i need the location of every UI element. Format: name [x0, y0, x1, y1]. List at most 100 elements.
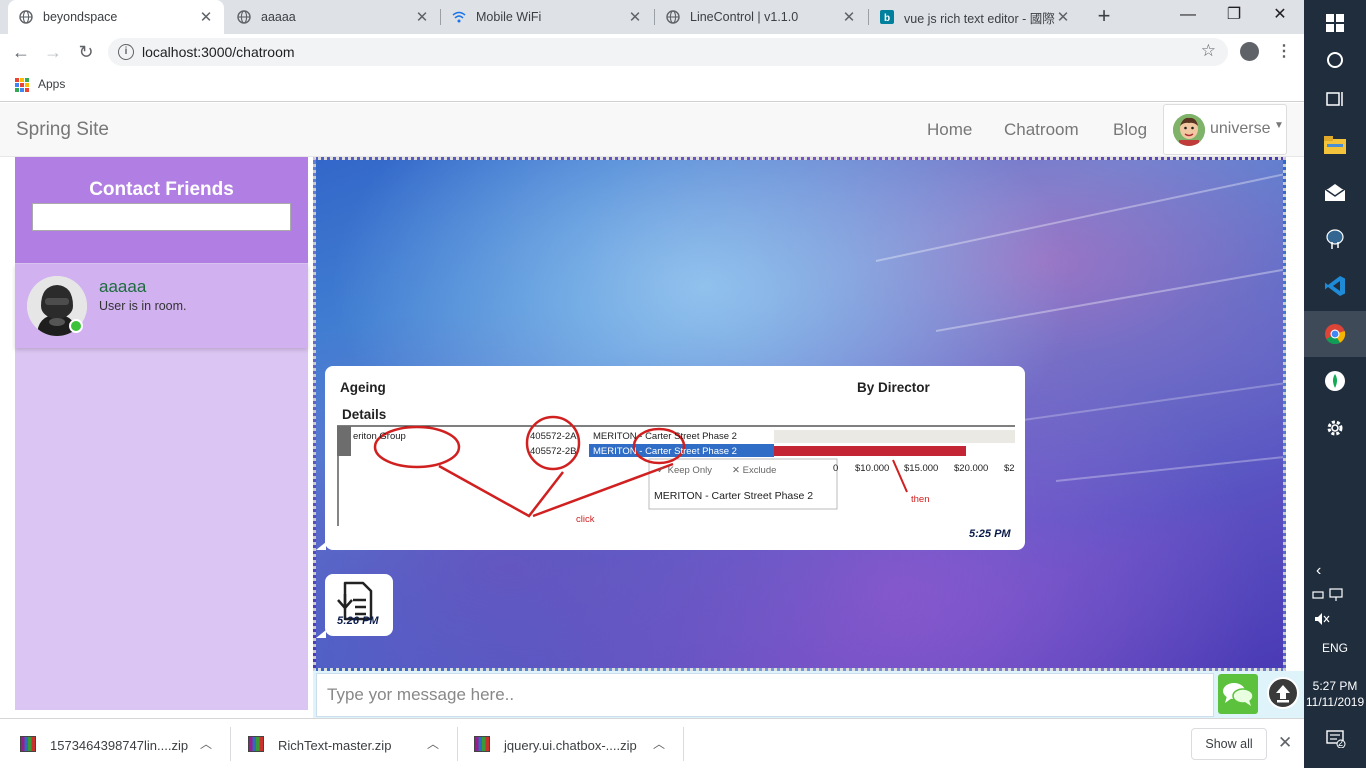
image-keep-only-label: Keep Only: [667, 465, 712, 476]
window-close-icon[interactable]: ✕: [1257, 0, 1303, 32]
image-row1-col3: MERITON - Carter Street Phase 2: [593, 431, 737, 442]
tab-mobile-wifi[interactable]: Mobile WiFi ✕: [441, 0, 653, 34]
globe-icon: [236, 9, 252, 25]
tab-vue-editor[interactable]: b vue js rich text editor - 國際 ✕: [869, 0, 1081, 34]
chat-message-image[interactable]: Ageing By Director Details eriton Group …: [325, 366, 1025, 550]
settings-gear-icon[interactable]: [1304, 405, 1366, 451]
tab-title: Mobile WiFi: [476, 10, 542, 24]
image-subheading: Details: [342, 407, 387, 422]
nav-blog[interactable]: Blog: [1113, 120, 1147, 140]
background-streak: [935, 264, 1283, 332]
apps-grid-icon[interactable]: [15, 78, 29, 92]
image-exclude: ✕ Exclude: [732, 465, 777, 476]
chevron-up-icon[interactable]: ︿: [200, 735, 212, 752]
separator: [683, 727, 684, 761]
new-tab-button[interactable]: +: [1092, 4, 1116, 28]
winrar-archive-icon: [248, 736, 264, 752]
background-streak: [875, 172, 1283, 262]
tab-beyondspace[interactable]: beyondspace ✕: [8, 0, 224, 34]
mongodb-compass-icon[interactable]: [1304, 358, 1366, 404]
tab-title: vue js rich text editor - 國際: [904, 11, 1055, 26]
caret-down-icon: ▼: [1274, 120, 1284, 131]
clock-time: 5:27 PM: [1312, 679, 1358, 693]
nav-home[interactable]: Home: [927, 120, 972, 140]
user-dropdown[interactable]: universe ▼: [1163, 104, 1287, 155]
url-text[interactable]: localhost:3000/chatroom: [142, 44, 295, 60]
tab-aaaaa[interactable]: aaaaa ✕: [226, 0, 440, 34]
chat-messages-area[interactable]: Ageing By Director Details eriton Group …: [313, 157, 1286, 671]
back-arrow-icon[interactable]: ←: [8, 40, 34, 64]
contact-search-input[interactable]: [32, 203, 291, 231]
close-tab-icon[interactable]: ✕: [627, 8, 643, 26]
chrome-icon[interactable]: [1304, 311, 1366, 357]
postgresql-icon[interactable]: [1304, 216, 1366, 262]
reload-icon[interactable]: ↻: [73, 40, 99, 64]
volume-muted-icon[interactable]: [1314, 612, 1330, 629]
network-icon[interactable]: [1312, 588, 1346, 605]
tab-title: beyondspace: [43, 10, 118, 24]
close-tab-icon[interactable]: ✕: [414, 8, 430, 26]
upload-file-button[interactable]: [1267, 677, 1299, 709]
profile-icon[interactable]: [1240, 42, 1259, 61]
minimize-icon[interactable]: —: [1165, 0, 1211, 32]
image-row2-col3: MERITON - Carter Street Phase 2: [593, 446, 737, 457]
close-downloads-icon[interactable]: ✕: [1278, 733, 1292, 753]
user-avatar: [1173, 114, 1205, 146]
kebab-menu-icon[interactable]: ⋮: [1276, 41, 1292, 61]
image-row1-col2: 405572-2A: [530, 431, 577, 442]
show-all-downloads-button[interactable]: Show all: [1191, 728, 1267, 760]
message-input[interactable]: [316, 673, 1214, 717]
bubble-tail: [316, 630, 326, 638]
background-streak: [1015, 378, 1283, 422]
chevron-up-icon[interactable]: ︿: [427, 735, 439, 752]
contact-item[interactable]: aaaaa User is in room.: [15, 264, 308, 348]
image-keep-only: ✓ Keep Only: [657, 465, 712, 476]
star-icon[interactable]: ☆: [1201, 41, 1216, 61]
svg-text:b: b: [884, 13, 890, 24]
tab-title: aaaaa: [261, 10, 296, 24]
info-icon[interactable]: i: [118, 44, 134, 60]
screen: beyondspace ✕ aaaaa ✕ Mobile WiFi ✕ Line…: [0, 0, 1366, 768]
close-tab-icon[interactable]: ✕: [841, 8, 857, 26]
chat-message-file[interactable]: 5:26 PM: [325, 574, 393, 636]
message-composer: [313, 671, 1304, 718]
chevron-up-icon[interactable]: ︿: [653, 735, 665, 752]
image-row2-col2: 405572-2B: [530, 446, 577, 457]
chevron-left-icon[interactable]: ‹: [1316, 562, 1321, 580]
clock-date: 11/11/2019: [1305, 695, 1365, 709]
image-axis-tick: 0: [833, 463, 839, 474]
mail-icon[interactable]: [1304, 170, 1366, 216]
image-axis-tick: $10.000: [855, 463, 890, 474]
close-tab-icon[interactable]: ✕: [1055, 8, 1071, 26]
file-explorer-icon[interactable]: [1304, 122, 1366, 168]
nav-chatroom[interactable]: Chatroom: [1004, 120, 1079, 140]
close-tab-icon[interactable]: ✕: [198, 8, 214, 26]
address-bar[interactable]: i localhost:3000/chatroom ☆: [108, 38, 1228, 66]
image-note-click: click: [576, 514, 595, 525]
winrar-archive-icon: [474, 736, 490, 752]
send-message-button[interactable]: [1218, 674, 1258, 714]
download-item[interactable]: RichText-master.zip ︿: [228, 719, 458, 768]
tab-bar: beyondspace ✕ aaaaa ✕ Mobile WiFi ✕ Line…: [0, 0, 1304, 34]
restore-icon[interactable]: ❐: [1211, 0, 1257, 32]
download-item[interactable]: 1573464398747lin....zip ︿: [0, 719, 230, 768]
browser-toolbar: ← → ↻ i localhost:3000/chatroom ☆ ⋮: [0, 34, 1304, 70]
bubble-tail: [316, 542, 326, 550]
winrar-archive-icon: [20, 736, 36, 752]
tab-linecontrol[interactable]: LineControl | v1.1.0 ✕: [655, 0, 867, 34]
apps-bookmark[interactable]: Apps: [38, 77, 65, 91]
forward-arrow-icon[interactable]: →: [40, 40, 66, 64]
sidebar-header: Contact Friends: [15, 157, 308, 263]
message-image[interactable]: Ageing By Director Details eriton Group …: [337, 376, 1017, 526]
language-indicator[interactable]: ENG: [1304, 641, 1366, 655]
task-view-icon[interactable]: [1304, 76, 1366, 122]
notifications-icon[interactable]: 2: [1326, 730, 1346, 751]
clock[interactable]: 5:27 PM 11/11/2019: [1304, 678, 1366, 710]
site-brand[interactable]: Spring Site: [16, 119, 109, 141]
download-item[interactable]: jquery.ui.chatbox-....zip ︿: [454, 719, 684, 768]
contact-name: aaaaa: [99, 277, 147, 296]
bookmarks-bar: Apps: [0, 70, 1304, 102]
download-filename: RichText-master.zip: [278, 738, 392, 753]
image-heading-right: By Director: [857, 380, 930, 395]
vscode-icon[interactable]: [1304, 263, 1366, 309]
